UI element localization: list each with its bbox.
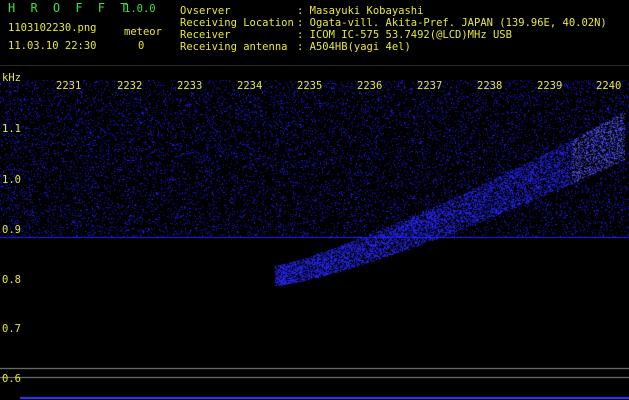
x-tick-label: 2239	[537, 80, 563, 92]
location-label: Receiving Location	[180, 17, 294, 29]
receiver-value: : ICOM IC-575 53.7492(@LCD)MHz USB	[297, 29, 512, 41]
app-version: 1.0.0	[124, 3, 156, 15]
x-tick-label: 2236	[357, 80, 383, 92]
y-unit-label: kHz	[2, 72, 21, 84]
y-tick-label: 0.8	[2, 274, 21, 286]
x-tick-label: 2232	[117, 80, 143, 92]
y-tick-label: 1.0	[2, 174, 21, 186]
y-tick-label: 1.1	[2, 123, 21, 135]
x-tick-label: 2238	[477, 80, 503, 92]
y-tick-label: 0.9	[2, 224, 21, 236]
x-tick-label: 2240	[596, 80, 622, 92]
file-name: 1103102230.png	[8, 22, 97, 34]
app-title: H R O F F T	[8, 1, 132, 15]
observer-label: Ovserver	[180, 5, 231, 17]
antenna-value: : A504HB(yagi 4el)	[297, 41, 411, 53]
x-tick-label: 2231	[56, 80, 82, 92]
date-time: 11.03.10 22:30	[8, 40, 97, 52]
x-tick-label: 2233	[177, 80, 203, 92]
location-value: : Ogata-vill. Akita-Pref. JAPAN (139.96E…	[297, 17, 607, 29]
x-tick-label: 2234	[237, 80, 263, 92]
y-tick-label: 0.6	[2, 373, 21, 385]
y-tick-label: 0.7	[2, 323, 21, 335]
receiver-label: Receiver	[180, 29, 231, 41]
x-tick-label: 2237	[417, 80, 443, 92]
observer-value: : Masayuki Kobayashi	[297, 5, 424, 17]
meteor-count: 0	[138, 40, 145, 52]
x-tick-label: 2235	[297, 80, 323, 92]
meteor-label: meteor	[124, 26, 162, 38]
spectrogram-plot	[0, 66, 629, 400]
antenna-label: Receiving antenna	[180, 41, 288, 53]
